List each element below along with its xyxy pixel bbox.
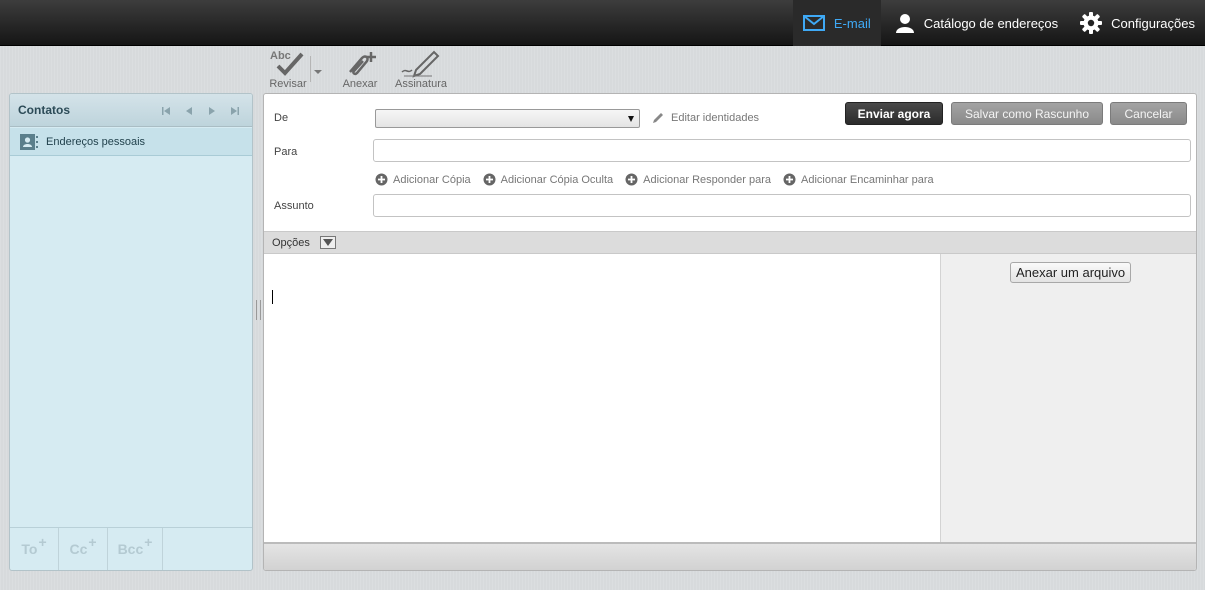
- plus-icon: +: [38, 534, 47, 550]
- contacts-pager: [154, 104, 246, 118]
- contacts-header: Contatos: [10, 94, 252, 127]
- envelope-icon: [802, 15, 825, 31]
- spellcheck-button[interactable]: Abc Revisar: [268, 48, 308, 90]
- compose-footer: [264, 542, 1196, 570]
- signature-button[interactable]: Assinatura: [395, 48, 447, 90]
- plus-icon: +: [144, 534, 153, 550]
- add-reply-to-link[interactable]: Adicionar Responder para: [625, 173, 771, 186]
- last-page-icon[interactable]: [223, 104, 246, 118]
- cancel-button[interactable]: Cancelar: [1110, 102, 1187, 125]
- subject-input[interactable]: [373, 194, 1191, 217]
- add-forward-to-link-label: Adicionar Encaminhar para: [800, 173, 934, 186]
- attach-button[interactable]: Anexar: [340, 48, 380, 90]
- subject-label: Assunto: [274, 200, 314, 212]
- pencil-icon: [652, 111, 665, 124]
- contacts-footer: To + Cc + Bcc +: [10, 527, 252, 570]
- signature-label: Assinatura: [395, 78, 447, 90]
- add-cc-link-label: Adicionar Cópia: [393, 173, 471, 186]
- options-bar: Opções: [264, 231, 1196, 254]
- add-reply-to-link-label: Adicionar Responder para: [643, 173, 771, 186]
- spellcheck-icon: Abc: [268, 48, 308, 78]
- attach-label: Anexar: [342, 78, 378, 90]
- panel-splitter[interactable]: [256, 300, 261, 320]
- add-recipient-links: Adicionar Cópia Adicionar Cópia Oculta A…: [375, 173, 946, 186]
- attachments-pane: Anexar um arquivo: [940, 254, 1196, 543]
- plus-circle-icon: [783, 173, 796, 186]
- from-select[interactable]: [375, 109, 640, 128]
- add-bcc-link-label: Adicionar Cópia Oculta: [500, 173, 614, 186]
- message-body-editor[interactable]: [264, 254, 940, 543]
- pen-icon: [398, 48, 444, 78]
- attach-file-button[interactable]: Anexar um arquivo: [1010, 262, 1132, 283]
- nav-settings[interactable]: Configurações: [1068, 0, 1205, 46]
- add-forward-to-link[interactable]: Adicionar Encaminhar para: [783, 173, 934, 186]
- contacts-title: Contatos: [18, 103, 70, 117]
- person-icon: [895, 13, 915, 33]
- plus-circle-icon: [625, 173, 638, 186]
- dropdown-arrow-icon: [628, 116, 634, 122]
- address-book-item-label: Endereços pessoais: [46, 135, 146, 148]
- contacts-panel: Contatos Endereços pessoais To + Cc + Bc…: [9, 93, 253, 571]
- nav-email[interactable]: E-mail: [792, 0, 881, 46]
- nav-settings-label: Configurações: [1111, 15, 1195, 31]
- nav-address-book[interactable]: Catálogo de endereços: [881, 0, 1068, 46]
- spellcheck-label: Revisar: [269, 78, 307, 90]
- add-cc-button[interactable]: Cc +: [59, 528, 108, 570]
- send-now-button[interactable]: Enviar agora: [845, 102, 943, 125]
- plus-icon: +: [88, 534, 97, 550]
- paperclip-icon: [340, 48, 380, 78]
- options-toggle-icon[interactable]: [319, 236, 336, 249]
- toolbar-separator: [310, 56, 311, 82]
- address-book-icon: [20, 133, 38, 150]
- first-page-icon[interactable]: [154, 104, 177, 118]
- to-input[interactable]: [373, 139, 1191, 162]
- add-cc-label: Cc: [69, 541, 88, 557]
- add-to-label: To: [21, 541, 38, 557]
- address-book-item[interactable]: Endereços pessoais: [10, 128, 252, 156]
- edit-identities-label: Editar identidades: [671, 111, 760, 124]
- edit-identities-link[interactable]: Editar identidades: [652, 111, 759, 124]
- top-bar: E-mail Catálogo de endereços Configuraçõ…: [0, 0, 1205, 46]
- options-label: Opções: [272, 236, 310, 249]
- next-page-icon[interactable]: [200, 104, 223, 118]
- add-bcc-label: Bcc: [117, 541, 144, 557]
- to-label: Para: [274, 146, 298, 158]
- text-cursor: [272, 290, 273, 304]
- from-label: De: [274, 112, 289, 124]
- save-draft-button[interactable]: Salvar como Rascunho: [951, 102, 1103, 125]
- compose-panel: De Editar identidades Enviar agora Salva…: [263, 93, 1197, 571]
- gear-icon: [1080, 12, 1103, 34]
- previous-page-icon[interactable]: [177, 104, 200, 118]
- nav-email-label: E-mail: [833, 15, 871, 31]
- spellcheck-dropdown-icon[interactable]: [314, 70, 322, 74]
- add-cc-link[interactable]: Adicionar Cópia: [375, 173, 471, 186]
- top-nav: E-mail Catálogo de endereços Configuraçõ…: [792, 0, 1205, 46]
- plus-circle-icon: [483, 173, 496, 186]
- nav-address-book-label: Catálogo de endereços: [923, 15, 1059, 31]
- add-to-button[interactable]: To +: [10, 528, 59, 570]
- add-bcc-button[interactable]: Bcc +: [108, 528, 163, 570]
- plus-circle-icon: [375, 173, 388, 186]
- add-bcc-link[interactable]: Adicionar Cópia Oculta: [483, 173, 614, 186]
